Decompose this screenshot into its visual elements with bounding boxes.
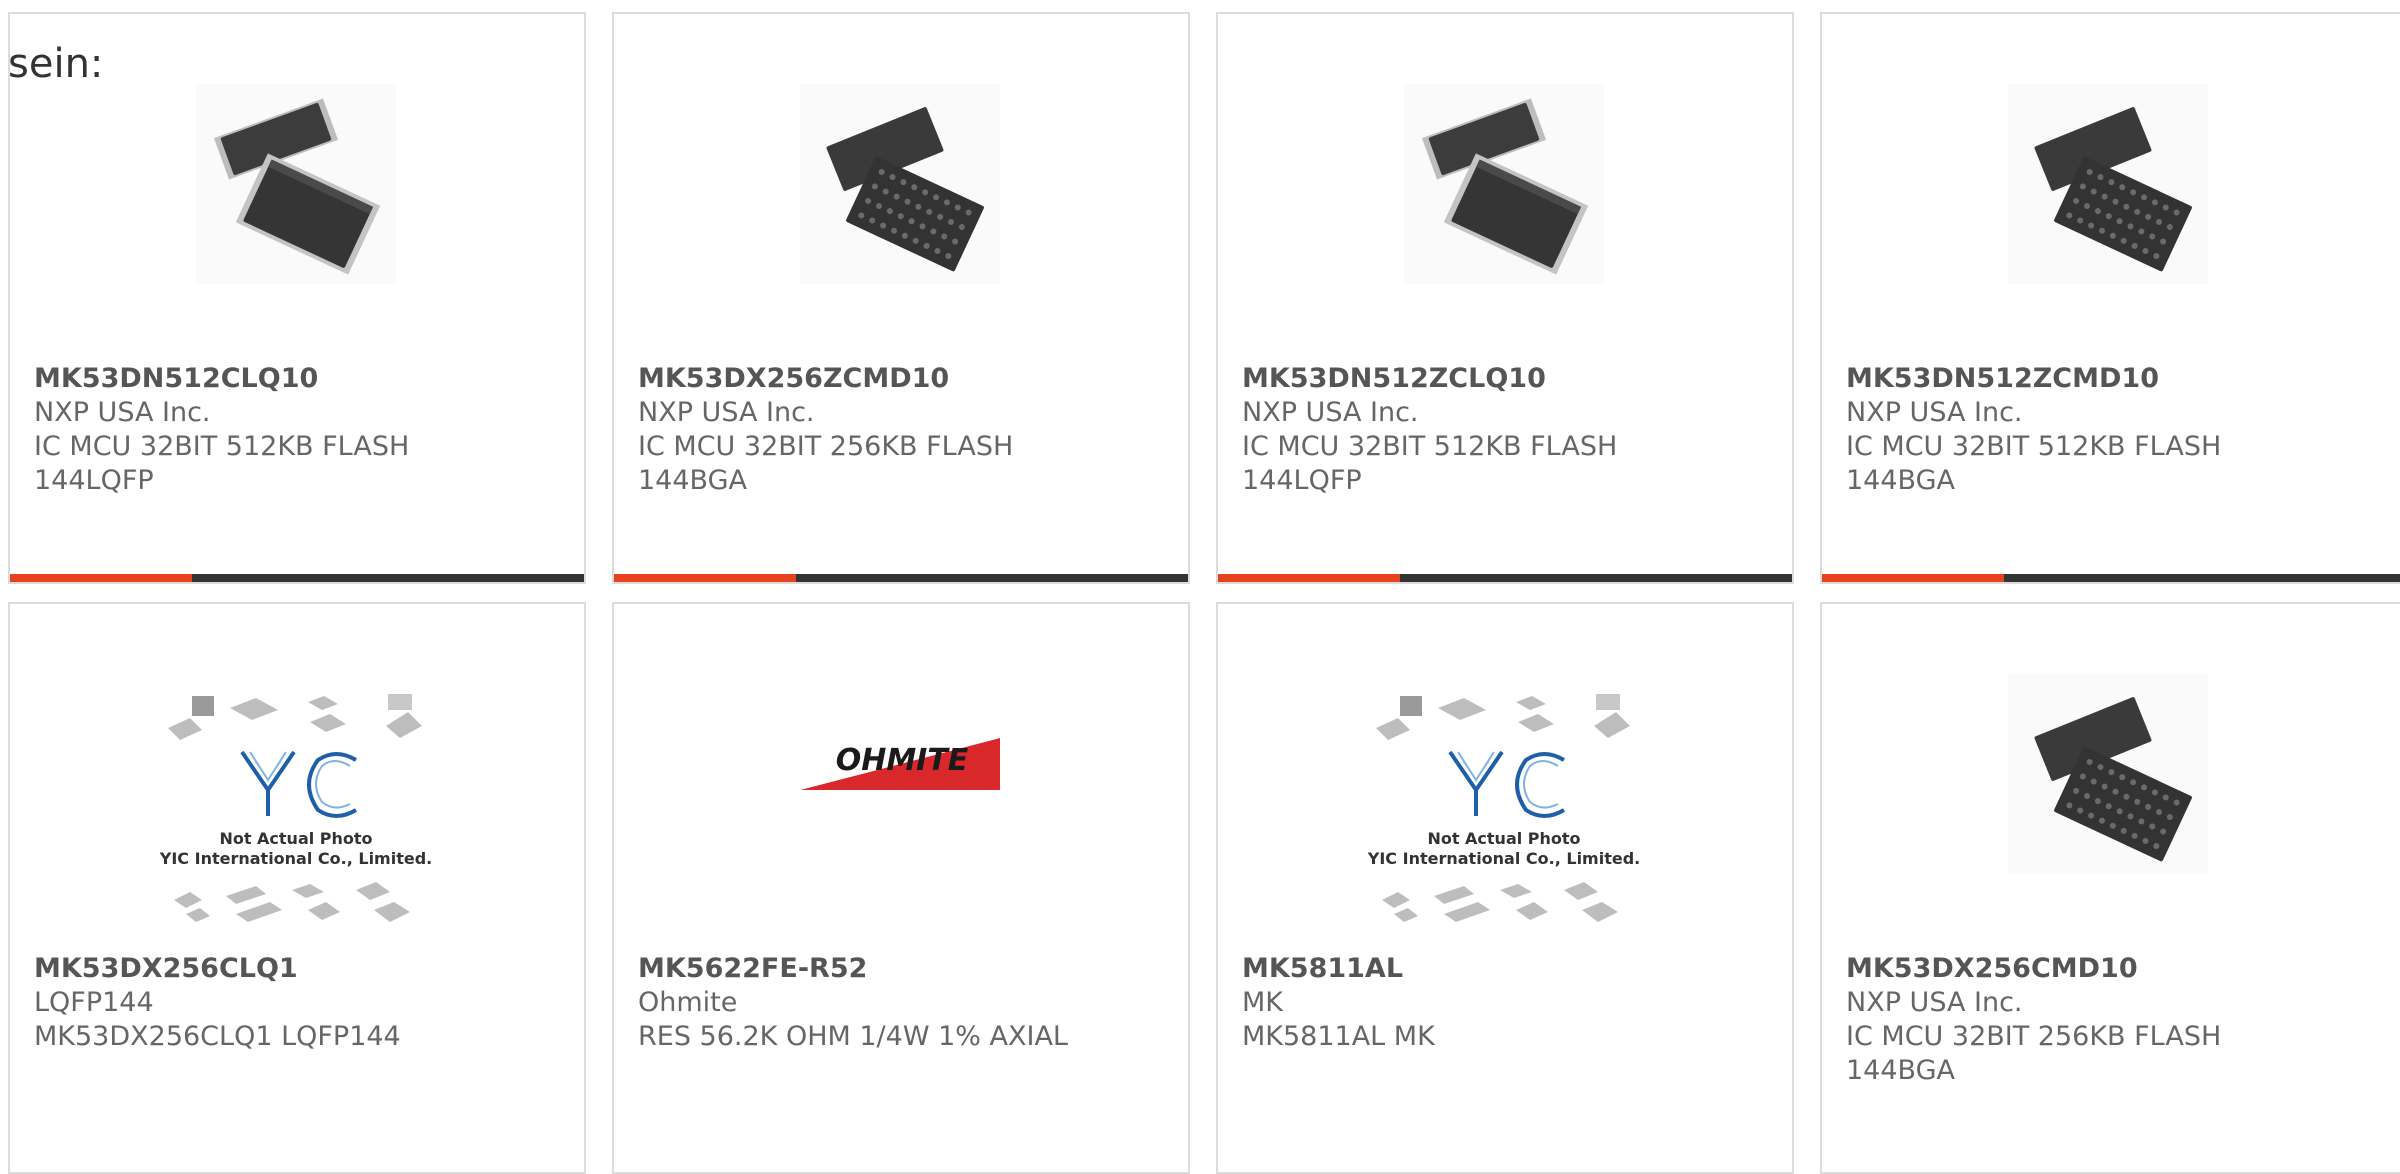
manufacturer: NXP USA Inc. [638, 397, 815, 428]
product-card[interactable]: MK53DN512ZCLQ10 NXP USA Inc. IC MCU 32BI… [1216, 12, 1794, 584]
card-bar-accent [614, 574, 796, 582]
package: 144BGA [1846, 1055, 1955, 1086]
description: MK5811AL MK [1242, 1021, 1435, 1052]
ohmite-logo-text: OHMITE [836, 743, 969, 778]
product-card[interactable]: MK53DN512CLQ10 NXP USA Inc. IC MCU 32BIT… [8, 12, 586, 584]
product-card[interactable]: Not Actual Photo YIC International Co., … [1216, 602, 1794, 1174]
card-bar-accent [1822, 574, 2004, 582]
card-bar-accent [10, 574, 192, 582]
placeholder-caption: Not Actual Photo [219, 829, 372, 848]
manufacturer: NXP USA Inc. [1846, 397, 2023, 428]
product-card[interactable]: MK53DX256CMD10 NXP USA Inc. IC MCU 32BIT… [1820, 602, 2400, 1174]
placeholder-caption: Not Actual Photo [1427, 829, 1580, 848]
description: IC MCU 32BIT 256KB FLASH [1846, 1021, 2222, 1052]
package: LQFP144 [34, 987, 154, 1018]
qfp-chip-icon [1404, 84, 1604, 284]
description: IC MCU 32BIT 512KB FLASH [1846, 431, 2222, 462]
card-bar [1218, 574, 1792, 582]
bga-chip-icon [800, 84, 1000, 284]
package: 144LQFP [1242, 465, 1362, 496]
qfp-chip-icon [196, 84, 396, 284]
card-bar [614, 574, 1188, 582]
description: MK53DX256CLQ1 LQFP144 [34, 1021, 401, 1052]
part-number[interactable]: MK53DN512CLQ10 [34, 362, 568, 396]
product-card[interactable]: Not Actual Photo YIC International Co., … [8, 602, 586, 1174]
placeholder-caption: YIC International Co., Limited. [160, 849, 432, 868]
manufacturer: NXP USA Inc. [34, 397, 211, 428]
ohmite-logo: OHMITE [800, 734, 1000, 794]
card-bar [10, 574, 584, 582]
package: 144BGA [638, 465, 747, 496]
bga-chip-icon [2008, 84, 2208, 284]
part-number[interactable]: MK53DN512ZCMD10 [1846, 362, 2392, 396]
part-number[interactable]: MK5811AL [1242, 952, 1776, 986]
manufacturer: MK [1242, 987, 1284, 1018]
description: IC MCU 32BIT 512KB FLASH [1242, 431, 1618, 462]
product-card[interactable]: MK53DX256ZCMD10 NXP USA Inc. IC MCU 32BI… [612, 12, 1190, 584]
product-card[interactable]: MK53DN512ZCMD10 NXP USA Inc. IC MCU 32BI… [1820, 12, 2400, 584]
description: IC MCU 32BIT 256KB FLASH [638, 431, 1014, 462]
part-number[interactable]: MK5622FE-R52 [638, 952, 1172, 986]
manufacturer: Ohmite [638, 987, 738, 1018]
part-number[interactable]: MK53DX256CMD10 [1846, 952, 2392, 986]
manufacturer: NXP USA Inc. [1846, 987, 2023, 1018]
product-card[interactable]: OHMITE MK5622FE-R52 Ohmite RES 56.2K OHM… [612, 602, 1190, 1174]
part-number[interactable]: MK53DN512ZCLQ10 [1242, 362, 1776, 396]
description: IC MCU 32BIT 512KB FLASH [34, 431, 410, 462]
bga-chip-icon [2008, 674, 2208, 874]
card-bar [1822, 574, 2400, 582]
package: 144LQFP [34, 465, 154, 496]
description: RES 56.2K OHM 1/4W 1% AXIAL [638, 1021, 1068, 1052]
yic-placeholder-image: Not Actual Photo YIC International Co., … [1368, 690, 1640, 936]
part-number[interactable]: MK53DX256CLQ1 [34, 952, 568, 986]
yic-placeholder-image: Not Actual Photo YIC International Co., … [160, 690, 432, 936]
placeholder-caption: YIC International Co., Limited. [1368, 849, 1640, 868]
package: 144BGA [1846, 465, 1955, 496]
manufacturer: NXP USA Inc. [1242, 397, 1419, 428]
part-number[interactable]: MK53DX256ZCMD10 [638, 362, 1172, 396]
card-bar-accent [1218, 574, 1400, 582]
section-heading: sein: [8, 41, 104, 87]
